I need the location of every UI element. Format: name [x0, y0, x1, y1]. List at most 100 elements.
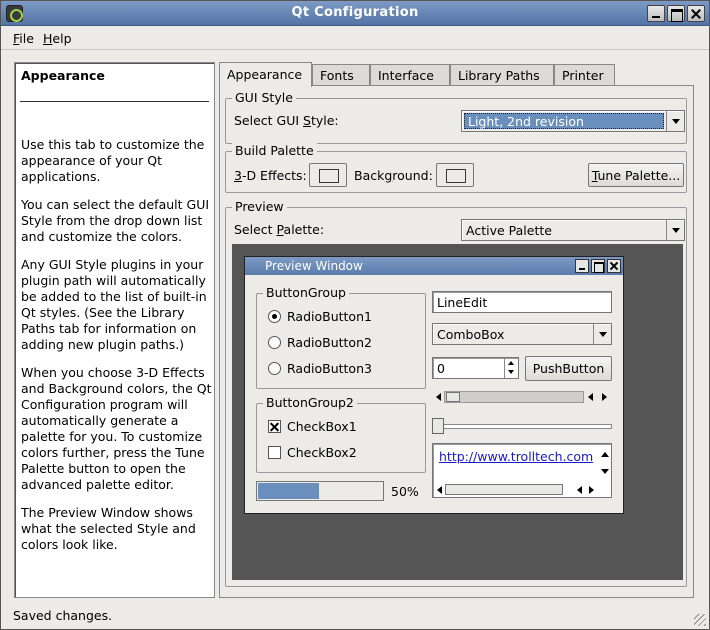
preview-window: Preview Window ButtonGroup RadioButton1 …: [244, 256, 624, 514]
preview-area: Preview Window ButtonGroup RadioButton1 …: [232, 244, 683, 580]
preview-window-title: Preview Window: [265, 259, 363, 273]
minimize-button[interactable]: [647, 5, 665, 22]
gui-style-group: GUI Style Select GUI Style: Light, 2nd r…: [225, 90, 687, 144]
preview-minimize-icon[interactable]: [575, 259, 589, 273]
gui-style-combobox[interactable]: Light, 2nd revision: [461, 110, 685, 132]
button-group-1: ButtonGroup RadioButton1 RadioButton2 Ra…: [256, 285, 426, 389]
menu-help-label: elp: [52, 31, 72, 46]
slider[interactable]: [432, 417, 612, 435]
text-browser-scroll-thumb[interactable]: [445, 484, 563, 495]
chevron-down-icon[interactable]: [593, 324, 611, 344]
window-title: Qt Configuration: [291, 5, 419, 20]
help-panel[interactable]: Appearance Use this tab to customize the…: [14, 62, 215, 598]
text-browser[interactable]: http://www.trolltech.com: [432, 443, 612, 498]
tab-printer[interactable]: Printer: [554, 64, 615, 86]
trolltech-link[interactable]: http://www.trolltech.com: [439, 449, 593, 464]
scroll-left-icon[interactable]: [436, 393, 441, 401]
radio-button-3[interactable]: [268, 362, 281, 375]
build-palette-group-title: Build Palette: [232, 143, 317, 158]
preview-group-title: Preview: [232, 199, 287, 214]
line-edit[interactable]: LineEdit: [432, 291, 612, 313]
effects-label-mnemonic: 3: [234, 168, 242, 183]
close-button[interactable]: [687, 5, 705, 22]
push-button[interactable]: PushButton: [525, 356, 612, 381]
slider-handle[interactable]: [432, 418, 444, 434]
radio-button-2-label[interactable]: RadioButton2: [287, 335, 372, 350]
qt-configuration-window: Qt Configuration File Help Appearance Us…: [0, 0, 710, 630]
radio-button-1-label[interactable]: RadioButton1: [287, 309, 372, 324]
gui-style-label-text: tyle:: [310, 113, 339, 128]
help-paragraph: You can select the default GUI Style fro…: [21, 197, 210, 244]
status-bar-text: Saved changes.: [13, 608, 113, 623]
title-bar[interactable]: Qt Configuration: [1, 1, 709, 26]
scroll-down-icon[interactable]: [601, 469, 609, 474]
button-group-2-title: ButtonGroup2: [263, 395, 357, 410]
menu-file[interactable]: File: [13, 31, 34, 46]
preview-close-icon[interactable]: [607, 259, 621, 273]
background-label-text: round:: [392, 168, 433, 183]
preview-combobox[interactable]: ComboBox: [432, 323, 612, 345]
select-palette-label: Select Palette:: [234, 222, 324, 237]
help-body: Use this tab to customize the appearance…: [21, 137, 213, 565]
help-paragraph: The Preview Window shows what the select…: [21, 505, 196, 552]
scroll-left-icon[interactable]: [437, 486, 442, 494]
help-title: Appearance: [21, 68, 105, 83]
chevron-down-icon[interactable]: [666, 220, 684, 240]
tab-fonts[interactable]: Fonts: [312, 64, 370, 86]
scroll-left-icon[interactable]: [577, 486, 582, 494]
menu-file-label: ile: [19, 31, 34, 46]
spin-box-value: 0: [437, 361, 445, 376]
maximize-button[interactable]: [667, 5, 685, 22]
select-palette-label-text: alette:: [283, 222, 325, 237]
gui-style-label-text: Select GUI: [234, 113, 304, 128]
radio-button-2[interactable]: [268, 336, 281, 349]
tab-interface[interactable]: Interface: [370, 64, 450, 86]
tune-palette-button[interactable]: Tune Palette...: [588, 163, 684, 187]
scrollbar-track[interactable]: [444, 391, 584, 403]
radio-button-1[interactable]: [268, 310, 281, 323]
menu-bar: File Help: [1, 26, 709, 50]
line-edit-value: LineEdit: [437, 295, 488, 310]
radio-button-3-label[interactable]: RadioButton3: [287, 361, 372, 376]
spin-box-arrows: [504, 358, 518, 378]
scroll-right-icon[interactable]: [589, 486, 594, 494]
scroll-right-icon[interactable]: [602, 393, 607, 401]
preview-maximize-icon[interactable]: [591, 259, 605, 273]
scroll-up-icon[interactable]: [601, 452, 609, 457]
checkbox-1-label[interactable]: CheckBox1: [287, 419, 357, 434]
help-paragraph: When you choose 3-D Effects and Backgrou…: [21, 365, 212, 492]
resize-grip-icon[interactable]: [694, 614, 706, 626]
preview-combobox-value: ComboBox: [437, 327, 505, 342]
tab-library-paths[interactable]: Library Paths: [450, 64, 554, 86]
palette-value: Active Palette: [466, 223, 552, 238]
background-label-text: Back: [354, 168, 385, 183]
slider-groove[interactable]: [432, 424, 612, 429]
checkbox-2-label[interactable]: CheckBox2: [287, 445, 357, 460]
background-label: Background:: [354, 168, 433, 183]
spin-box[interactable]: 0: [432, 357, 519, 379]
checkbox-1[interactable]: [268, 420, 281, 433]
effects-color-button[interactable]: [309, 163, 347, 187]
progress-label: 50%: [391, 484, 419, 499]
tab-appearance[interactable]: Appearance: [219, 62, 312, 87]
appearance-tab-page: GUI Style Select GUI Style: Light, 2nd r…: [219, 85, 694, 598]
gui-style-label-mnemonic: S: [303, 113, 311, 128]
scroll-left-icon[interactable]: [588, 393, 593, 401]
palette-combobox[interactable]: Active Palette: [461, 219, 685, 241]
help-divider: [20, 101, 209, 102]
background-color-button[interactable]: [436, 163, 474, 187]
effects-label-text: -D Effects:: [241, 168, 307, 183]
scrollbar-thumb[interactable]: [446, 392, 460, 402]
select-palette-label-text: Select: [234, 222, 277, 237]
effects-label: 3-D Effects:: [234, 168, 307, 183]
preview-window-title-bar[interactable]: Preview Window: [245, 257, 623, 275]
menu-help-mnemonic: H: [43, 31, 53, 46]
help-paragraph: Any GUI Style plugins in your plugin pat…: [21, 257, 207, 352]
chevron-down-icon[interactable]: [666, 111, 684, 131]
checkbox-2[interactable]: [268, 446, 281, 459]
gui-style-label: Select GUI Style:: [234, 113, 339, 128]
gui-style-value: Light, 2nd revision: [464, 113, 664, 129]
menu-help[interactable]: Help: [43, 31, 72, 46]
horizontal-scrollbar[interactable]: [432, 390, 612, 404]
build-palette-group: Build Palette 3-D Effects: Background: T…: [225, 143, 687, 193]
